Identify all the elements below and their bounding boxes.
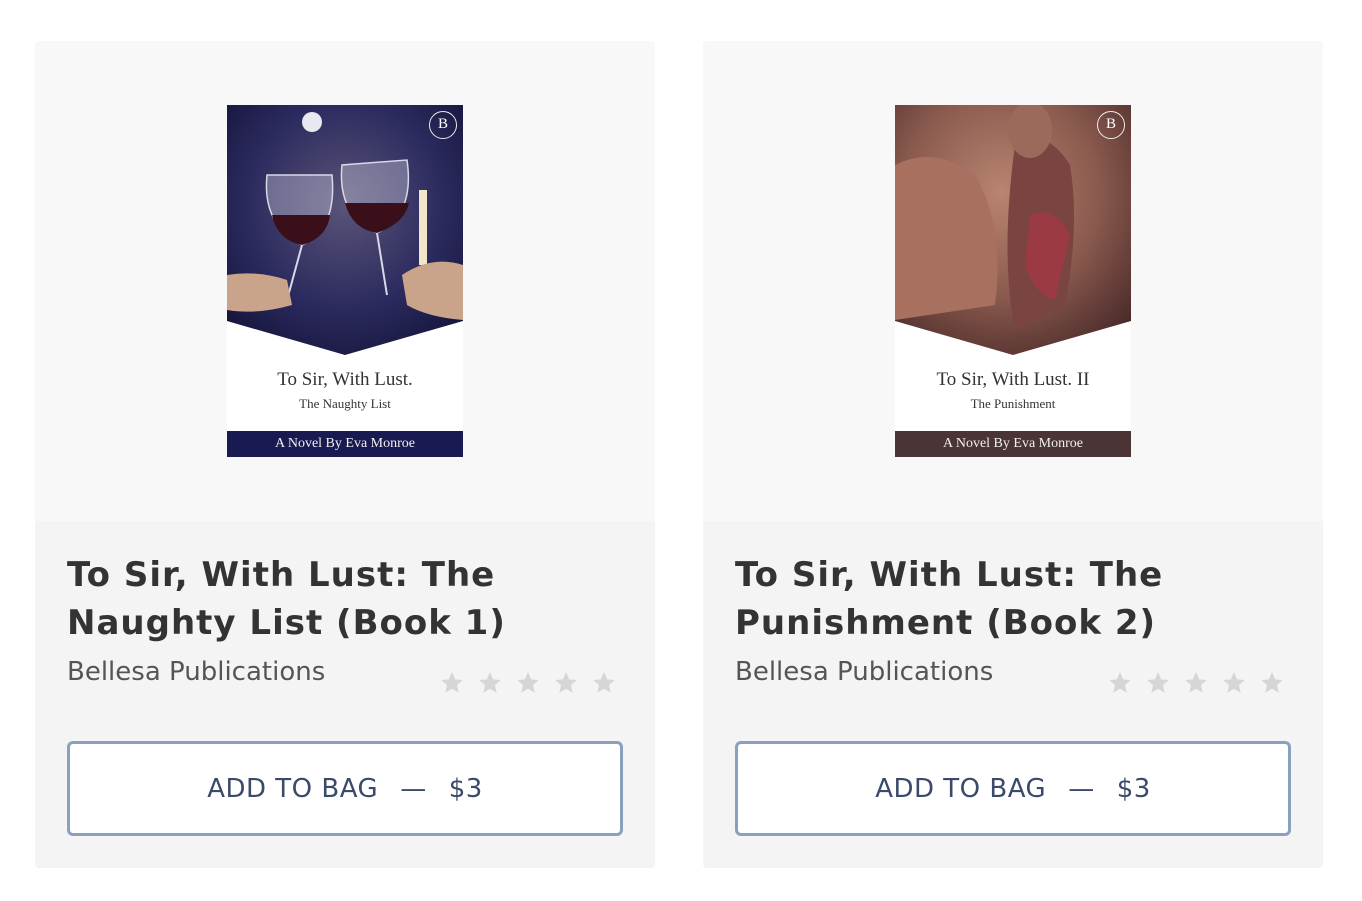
rating-stars bbox=[439, 670, 617, 696]
add-to-bag-button[interactable]: ADD TO BAG — $3 bbox=[735, 741, 1291, 836]
product-publisher[interactable]: Bellesa Publications bbox=[67, 657, 325, 687]
product-publisher[interactable]: Bellesa Publications bbox=[735, 657, 993, 687]
star-icon[interactable] bbox=[1259, 670, 1285, 696]
price: $3 bbox=[1116, 773, 1151, 804]
product-title[interactable]: To Sir, With Lust: The Naughty List (Boo… bbox=[67, 551, 627, 647]
button-separator: — bbox=[400, 773, 427, 804]
cover-author-band: A Novel By Eva Monroe bbox=[275, 436, 415, 451]
cover-title: To Sir, With Lust. bbox=[277, 369, 413, 390]
add-to-bag-button[interactable]: ADD TO BAG — $3 bbox=[67, 741, 623, 836]
star-icon[interactable] bbox=[477, 670, 503, 696]
star-icon[interactable] bbox=[1145, 670, 1171, 696]
cover-author-band: A Novel By Eva Monroe bbox=[943, 436, 1083, 451]
button-separator: — bbox=[1068, 773, 1095, 804]
publisher-badge-icon: B bbox=[1097, 111, 1125, 139]
cover-subtitle: The Punishment bbox=[970, 396, 1056, 411]
star-icon[interactable] bbox=[553, 670, 579, 696]
product-grid: B To Sir, With Lust. The Naughty List A … bbox=[0, 0, 1362, 901]
button-label: ADD TO BAG bbox=[875, 773, 1047, 804]
cover-area: B To Sir, With Lust. II The Punishment A… bbox=[703, 41, 1323, 521]
book-cover-link[interactable]: B To Sir, With Lust. The Naughty List A … bbox=[227, 105, 463, 457]
product-title[interactable]: To Sir, With Lust: The Punishment (Book … bbox=[735, 551, 1295, 647]
cover-subtitle: The Naughty List bbox=[299, 396, 391, 411]
cover-title: To Sir, With Lust. II bbox=[936, 369, 1090, 390]
star-icon[interactable] bbox=[1107, 670, 1133, 696]
product-card: B To Sir, With Lust. II The Punishment A… bbox=[703, 41, 1323, 868]
cover-area: B To Sir, With Lust. The Naughty List A … bbox=[35, 41, 655, 521]
star-icon[interactable] bbox=[439, 670, 465, 696]
star-icon[interactable] bbox=[591, 670, 617, 696]
product-card: B To Sir, With Lust. The Naughty List A … bbox=[35, 41, 655, 868]
button-label: ADD TO BAG bbox=[207, 773, 379, 804]
publisher-badge-icon: B bbox=[429, 111, 457, 139]
price: $3 bbox=[448, 773, 483, 804]
star-icon[interactable] bbox=[1221, 670, 1247, 696]
star-icon[interactable] bbox=[515, 670, 541, 696]
book-cover-link[interactable]: B To Sir, With Lust. II The Punishment A… bbox=[895, 105, 1131, 457]
rating-stars bbox=[1107, 670, 1285, 696]
star-icon[interactable] bbox=[1183, 670, 1209, 696]
